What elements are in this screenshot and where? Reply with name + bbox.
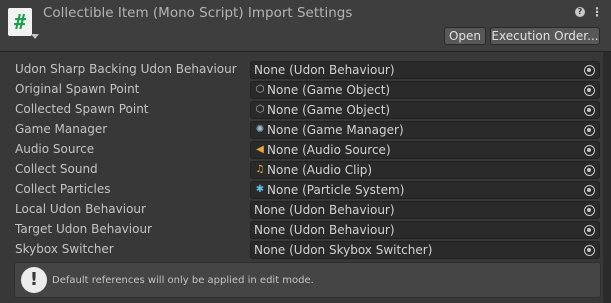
- field-row: Original Spawn Point ⬡ None (Game Object): [0, 80, 611, 100]
- field-value: None (Udon Behaviour): [254, 223, 395, 237]
- field-label: Target Udon Behaviour: [15, 222, 152, 236]
- warning-icon: !: [21, 267, 47, 293]
- context-menu-icon[interactable]: ⋮: [591, 5, 603, 19]
- execution-order-button[interactable]: Execution Order...: [490, 27, 600, 45]
- object-picker-icon[interactable]: [584, 245, 595, 256]
- field-value: None (Audio Source): [267, 143, 391, 157]
- object-picker-icon[interactable]: [584, 145, 595, 156]
- field-row: Local Udon Behaviour None (Udon Behaviour…: [0, 200, 611, 220]
- object-reference-field[interactable]: None (Udon Skybox Switcher): [250, 241, 600, 259]
- field-value: None (Game Object): [267, 83, 391, 97]
- object-reference-field[interactable]: None (Udon Behaviour): [250, 201, 600, 219]
- field-label: Local Udon Behaviour: [15, 202, 146, 216]
- object-picker-icon[interactable]: [584, 125, 595, 136]
- field-row: Skybox Switcher None (Udon Skybox Switche…: [0, 240, 611, 260]
- audio-clip-icon: ♫: [255, 164, 265, 175]
- field-value: None (Game Manager): [267, 123, 404, 137]
- field-row: Collected Spawn Point ⬡ None (Game Object): [0, 100, 611, 120]
- object-picker-icon[interactable]: [584, 205, 595, 216]
- particle-system-icon: ✱: [255, 184, 265, 195]
- object-reference-field[interactable]: ⬡ None (Game Object): [250, 101, 600, 119]
- field-row: Game Manager ✺ None (Game Manager): [0, 120, 611, 140]
- inspector-header: # Collectible Item (Mono Script) Import …: [0, 0, 611, 52]
- object-picker-icon[interactable]: [584, 225, 595, 236]
- object-picker-icon[interactable]: [584, 65, 595, 76]
- field-label: Skybox Switcher: [15, 242, 114, 256]
- field-label: Game Manager: [15, 122, 108, 136]
- object-picker-icon[interactable]: [584, 165, 595, 176]
- field-value: None (Udon Behaviour): [254, 203, 395, 217]
- object-reference-field[interactable]: ✺ None (Game Manager): [250, 121, 600, 139]
- helpbox-text: Default references will only be applied …: [52, 275, 314, 286]
- field-label: Udon Sharp Backing Udon Behaviour: [15, 62, 237, 76]
- script-dropdown-arrow-icon[interactable]: [31, 34, 39, 39]
- object-reference-field[interactable]: ⬡ None (Game Object): [250, 81, 600, 99]
- object-reference-field[interactable]: None (Udon Behaviour): [250, 61, 600, 79]
- object-reference-field[interactable]: None (Udon Behaviour): [250, 221, 600, 239]
- field-value: None (Audio Clip): [267, 163, 373, 177]
- field-label: Collect Particles: [15, 182, 111, 196]
- field-row: Udon Sharp Backing Udon Behaviour None (U…: [0, 60, 611, 80]
- object-reference-field[interactable]: ✱ None (Particle System): [250, 181, 600, 199]
- field-row: Target Udon Behaviour None (Udon Behaviou…: [0, 220, 611, 240]
- field-label: Audio Source: [15, 142, 95, 156]
- help-icon[interactable]: ?: [575, 7, 585, 17]
- object-picker-icon[interactable]: [584, 85, 595, 96]
- object-reference-field[interactable]: ◀ None (Audio Source): [250, 141, 600, 159]
- field-value: None (Game Object): [267, 103, 391, 117]
- csharp-script-icon[interactable]: #: [8, 8, 32, 36]
- info-helpbox: ! Default references will only be applie…: [14, 262, 601, 298]
- field-value: None (Udon Skybox Switcher): [254, 243, 433, 257]
- object-reference-field[interactable]: ♫ None (Audio Clip): [250, 161, 600, 179]
- inspector-panel: # Collectible Item (Mono Script) Import …: [0, 0, 611, 303]
- object-picker-icon[interactable]: [584, 105, 595, 116]
- field-label: Collected Spawn Point: [15, 102, 149, 116]
- field-row: Audio Source ◀ None (Audio Source): [0, 140, 611, 160]
- field-value: None (Particle System): [267, 183, 405, 197]
- field-label: Original Spawn Point: [15, 82, 140, 96]
- game-object-icon: ⬡: [255, 84, 265, 95]
- field-row: Collect Particles ✱ None (Particle System): [0, 180, 611, 200]
- audio-source-icon: ◀: [256, 144, 264, 155]
- field-value: None (Udon Behaviour): [254, 63, 395, 77]
- scrollbar-track[interactable]: [603, 52, 611, 303]
- game-object-icon: ⬡: [255, 104, 265, 115]
- field-row: Collect Sound ♫ None (Audio Clip): [0, 160, 611, 180]
- inspector-title: Collectible Item (Mono Script) Import Se…: [43, 5, 353, 21]
- field-label: Collect Sound: [15, 162, 98, 176]
- open-button[interactable]: Open: [444, 27, 486, 45]
- object-picker-icon[interactable]: [584, 185, 595, 196]
- script-component-icon: ✺: [255, 124, 265, 135]
